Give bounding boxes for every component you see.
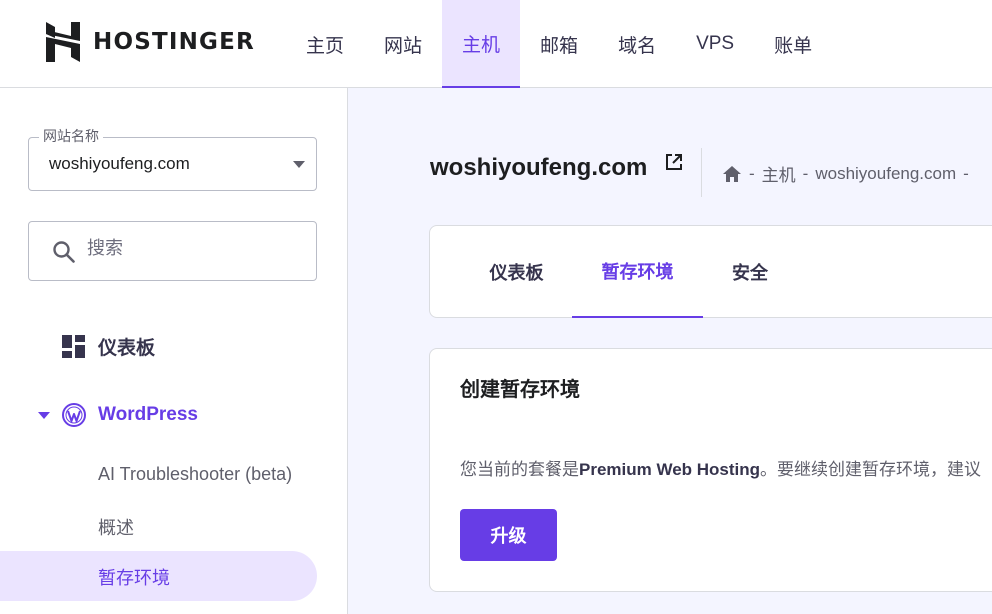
home-icon[interactable] xyxy=(722,165,742,183)
breadcrumb-separator: - xyxy=(802,163,809,183)
sidebar-item-wordpress[interactable]: WordPress xyxy=(38,403,198,427)
nav-item-email[interactable]: 邮箱 xyxy=(520,0,598,88)
search-input[interactable] xyxy=(87,238,297,259)
site-select-label: 网站名称 xyxy=(39,126,103,146)
breadcrumb: - 主机 - woshiyoufeng.com - xyxy=(722,161,976,186)
plan-name: Premium Web Hosting xyxy=(579,460,761,479)
brand-name: HOSTINGER xyxy=(93,29,255,55)
card-title: 创建暂存环境 xyxy=(460,379,580,401)
card-description: 您当前的套餐是Premium Web Hosting。要继续创建暂存环境，建议 xyxy=(460,455,981,480)
dashboard-icon xyxy=(62,335,85,358)
tab-security[interactable]: 安全 xyxy=(718,226,782,318)
description-prefix: 您当前的套餐是 xyxy=(460,460,579,479)
top-navbar: HOSTINGER 主页 网站 主机 邮箱 域名 VPS 账单 xyxy=(0,0,992,88)
header-divider xyxy=(701,148,702,197)
page-title: woshiyoufeng.com xyxy=(430,154,648,181)
breadcrumb-separator: - xyxy=(963,163,969,183)
search-box xyxy=(28,221,317,281)
hostinger-logo-icon xyxy=(46,22,80,62)
nav-item-vps[interactable]: VPS xyxy=(676,0,754,88)
tabs-bar: 仪表板 暂存环境 安全 xyxy=(429,225,992,318)
sidebar-subitem-overview[interactable]: 概述 xyxy=(98,514,134,540)
site-select[interactable]: 网站名称 woshiyoufeng.com xyxy=(28,126,317,191)
main-nav: 主页 网站 主机 邮箱 域名 VPS 账单 xyxy=(286,0,832,88)
caret-down-icon xyxy=(38,411,50,419)
external-link-icon[interactable] xyxy=(665,153,683,171)
wordpress-icon xyxy=(62,403,86,427)
caret-down-icon xyxy=(293,161,305,168)
breadcrumb-separator: - xyxy=(749,163,755,183)
sidebar-subitem-staging[interactable]: 暂存环境 xyxy=(0,551,317,601)
sidebar-subitem-ai-troubleshooter[interactable]: AI Troubleshooter (beta) xyxy=(98,464,292,485)
search-icon xyxy=(53,241,75,263)
nav-item-billing[interactable]: 账单 xyxy=(754,0,832,88)
tab-dashboard[interactable]: 仪表板 xyxy=(472,226,561,318)
create-staging-card: 创建暂存环境 您当前的套餐是Premium Web Hosting。要继续创建暂… xyxy=(429,348,992,592)
breadcrumb-hosting[interactable]: 主机 xyxy=(762,161,796,186)
sidebar-item-label: 暂存环境 xyxy=(98,568,170,588)
tab-staging[interactable]: 暂存环境 xyxy=(572,226,703,318)
upgrade-button[interactable]: 升级 xyxy=(460,509,557,561)
sidebar: 网站名称 woshiyoufeng.com 仪表板 WordPress AI T… xyxy=(0,88,348,614)
nav-item-home[interactable]: 主页 xyxy=(286,0,364,88)
nav-item-domains[interactable]: 域名 xyxy=(598,0,676,88)
breadcrumb-site[interactable]: woshiyoufeng.com xyxy=(815,164,956,184)
nav-item-hosting[interactable]: 主机 xyxy=(442,0,521,88)
sidebar-item-label: 仪表板 xyxy=(98,338,156,359)
sidebar-item-label: WordPress xyxy=(98,404,198,425)
site-select-value: woshiyoufeng.com xyxy=(49,154,190,173)
hostinger-logo[interactable]: HOSTINGER xyxy=(46,22,255,62)
description-suffix: 。要继续创建暂存环境，建议 xyxy=(760,460,982,479)
nav-item-websites[interactable]: 网站 xyxy=(364,0,442,88)
sidebar-item-dashboard[interactable]: 仪表板 xyxy=(62,333,155,360)
